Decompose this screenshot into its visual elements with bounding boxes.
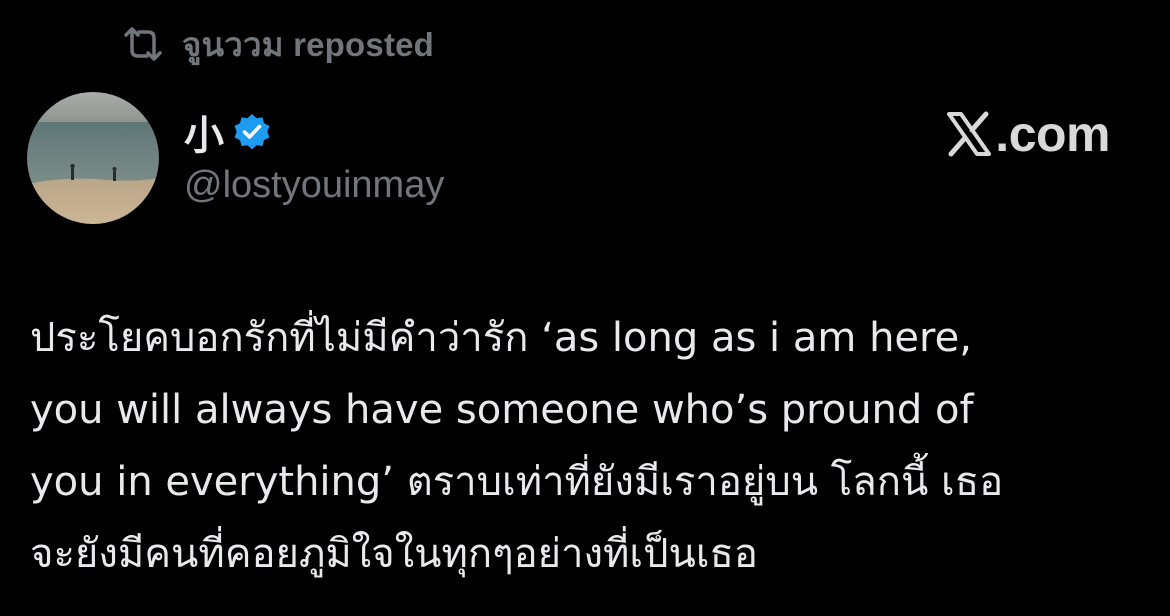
author-handle[interactable]: @lostyouinmay bbox=[184, 164, 444, 207]
post-line: you in everything’ ตราบเท่าที่ยังมีเราอย… bbox=[30, 459, 1004, 505]
repost-label: จูนววม reposted bbox=[182, 25, 435, 63]
source-watermark: .com bbox=[945, 104, 1110, 164]
author-display-name[interactable]: 小 bbox=[184, 103, 224, 161]
author-name-row[interactable]: 小 bbox=[184, 103, 272, 161]
post-text: ประโยคบอกรักที่ไม่มีคำว่ารัก ‘as long as… bbox=[30, 302, 1140, 590]
verified-badge-icon bbox=[232, 112, 272, 152]
repost-indicator[interactable]: จูนววม reposted bbox=[120, 22, 434, 66]
post-line: ประโยคบอกรักที่ไม่มีคำว่ารัก ‘as long as… bbox=[30, 315, 972, 361]
repost-icon bbox=[120, 26, 166, 62]
post-line: จะยังมีคนที่คอยภูมิใจในทุกๆอย่างที่เป็นเ… bbox=[30, 531, 758, 577]
x-logo-icon bbox=[945, 111, 993, 157]
avatar[interactable] bbox=[27, 92, 159, 224]
source-domain: .com bbox=[995, 106, 1110, 162]
post-line: you will always have someone who’s proun… bbox=[30, 387, 974, 433]
